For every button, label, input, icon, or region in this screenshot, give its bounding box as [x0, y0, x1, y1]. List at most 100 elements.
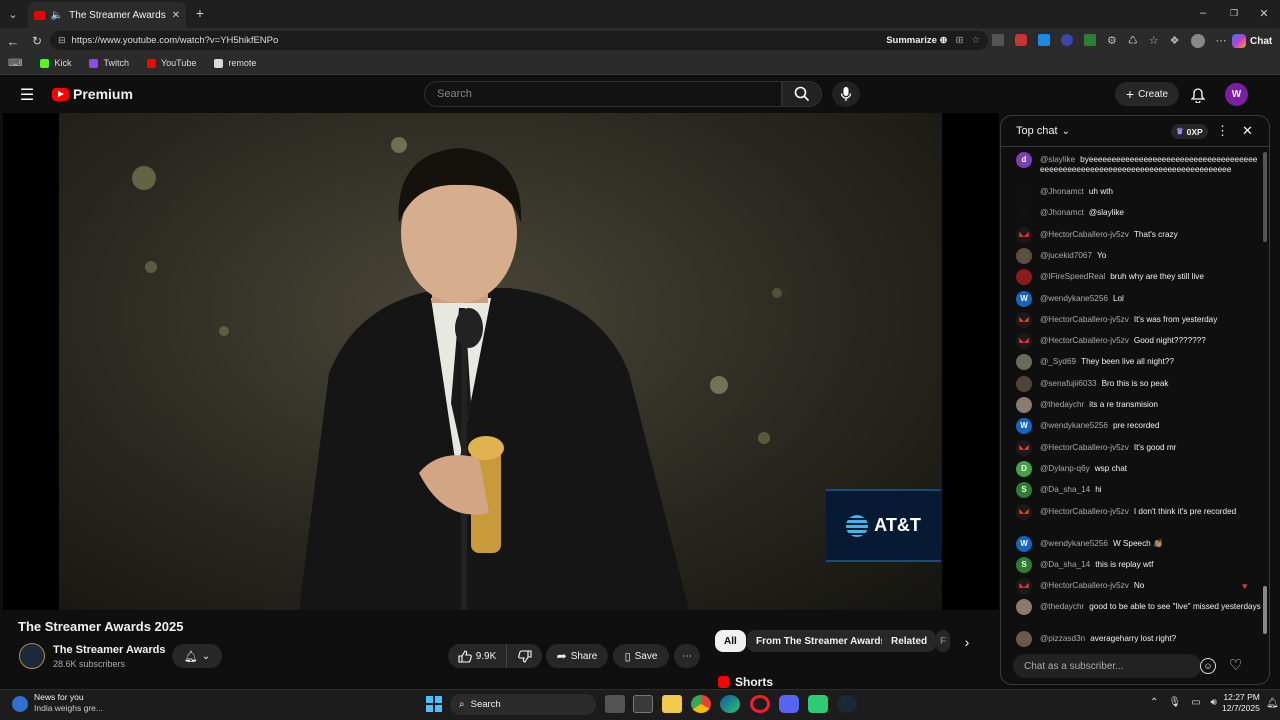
extension-icon-2[interactable] [1015, 34, 1027, 46]
taskbar-clock[interactable]: 12:27 PM 12/7/2025 [1222, 692, 1260, 714]
chat-avatar[interactable] [1016, 375, 1032, 392]
chat-author[interactable]: @thedaychr [1040, 400, 1084, 409]
chip-related[interactable]: Related [882, 630, 937, 652]
create-button[interactable]: + Create [1115, 82, 1179, 106]
chat-author[interactable]: @HectorCaballero-jv5zv [1040, 507, 1129, 516]
close-chat-icon[interactable]: ✕ [1242, 123, 1253, 139]
chrome-icon[interactable] [691, 695, 711, 713]
chat-avatar[interactable] [1016, 354, 1032, 371]
refresh-icon[interactable]: ↻ [29, 33, 45, 49]
chat-author[interactable]: @Da_sha_14 [1040, 485, 1090, 494]
bookmark-twitch[interactable]: Twitch [89, 58, 129, 68]
chat-author[interactable]: @jucekid7067 [1040, 251, 1092, 260]
search-input[interactable]: Search [424, 81, 782, 107]
browser-essentials-icon[interactable]: ♺ [1128, 34, 1138, 48]
chat-message[interactable]: S @Da_sha_14 hi [1016, 482, 1261, 499]
hamburger-menu-icon[interactable]: ☰ [18, 86, 36, 104]
bookmark-remote[interactable]: remote [214, 58, 256, 68]
summarize-button[interactable]: Summarize ⊕ [886, 35, 947, 46]
chat-avatar[interactable]: ◣◢ [1016, 311, 1032, 328]
chat-avatar[interactable] [1016, 184, 1032, 200]
tab-actions-icon[interactable]: ⌨ [8, 58, 22, 69]
chat-avatar[interactable] [1016, 599, 1032, 616]
like-button[interactable]: 9.9K [448, 644, 506, 668]
tray-expand-icon[interactable]: ⌃ [1150, 697, 1158, 708]
chat-author[interactable]: @Jhonamct [1040, 208, 1084, 217]
youtube-premium-logo[interactable]: Premium [52, 86, 133, 102]
browser-tab[interactable]: 🔈 The Streamer Awards 2025 - Y ✕ [28, 2, 186, 28]
chat-author[interactable]: @wendykane5256 [1040, 421, 1108, 430]
chat-author[interactable]: @IFireSpeedReal [1040, 272, 1105, 281]
chat-author[interactable]: @HectorCaballero-jv5zv [1040, 230, 1129, 239]
subscription-bell-button[interactable]: 🔔︎ ⌄ [172, 644, 222, 668]
chat-avatar[interactable]: ◣◢ [1016, 333, 1032, 350]
chat-message[interactable]: @IFireSpeedReal bruh why are they still l… [1016, 269, 1261, 286]
steam-icon[interactable] [837, 695, 857, 713]
chat-message[interactable]: W @wendykane5256 pre recorded [1016, 418, 1261, 435]
tray-volume-icon[interactable]: 🔊︎ [1211, 697, 1217, 708]
chat-author[interactable]: @senafujii6033 [1040, 379, 1097, 388]
chat-avatar[interactable] [1016, 631, 1032, 648]
collections-icon[interactable]: ❖ [1170, 34, 1180, 48]
chat-message[interactable]: W @wendykane5256 W Speech 👏🏽 [1016, 535, 1261, 552]
chat-scrollbar-top[interactable] [1263, 152, 1267, 242]
chip-all[interactable]: All [715, 630, 746, 652]
chat-author[interactable]: @wendykane5256 [1040, 539, 1108, 548]
profile-avatar-icon[interactable] [1190, 34, 1205, 48]
bookmark-kick[interactable]: Kick [40, 58, 71, 68]
chat-author[interactable]: @thedaychr [1040, 602, 1084, 611]
chat-avatar[interactable]: S [1016, 556, 1032, 573]
chat-message[interactable]: @Jhonamct uh wth [1016, 184, 1261, 200]
chat-message[interactable]: @thedaychr its a re transmision [1016, 397, 1261, 413]
chat-avatar[interactable]: ◣◢ [1016, 578, 1032, 595]
chat-message[interactable]: ◣◢ @HectorCaballero-jv5zv It's good mr [1016, 439, 1261, 456]
close-window-icon[interactable]: ✕ [1257, 6, 1271, 20]
speaker-icon[interactable]: 🔈 [51, 10, 63, 21]
opera-icon[interactable] [750, 695, 770, 713]
chat-author[interactable]: @Dylanp-q6y [1040, 464, 1090, 473]
extension-icon-3[interactable] [1038, 34, 1050, 46]
tray-display-icon[interactable]: ▭ [1191, 697, 1200, 708]
back-icon[interactable]: ← [5, 33, 21, 49]
account-avatar[interactable]: W [1225, 83, 1248, 106]
chat-message[interactable]: ◣◢ @HectorCaballero-jv5zv It's was from ye… [1016, 311, 1261, 328]
chat-author[interactable]: @HectorCaballero-jv5zv [1040, 315, 1129, 324]
video-player[interactable]: AT&T [3, 113, 999, 610]
chat-avatar[interactable]: ◣◢ [1016, 439, 1032, 456]
windows-start-icon[interactable] [426, 696, 442, 712]
chat-message[interactable]: W @wendykane5256 Lol [1016, 290, 1261, 307]
discord-icon[interactable] [779, 695, 799, 713]
chat-scrollbar-thumb[interactable] [1263, 586, 1267, 634]
tab-list-icon[interactable]: ⌄ [4, 5, 22, 23]
chat-message[interactable]: S @Da_sha_14 this is replay wtf [1016, 556, 1261, 573]
new-tab-icon[interactable]: + [192, 5, 208, 21]
chips-next-arrow-icon[interactable]: › [958, 633, 976, 651]
voice-search-button[interactable] [832, 81, 860, 107]
notification-center-icon[interactable]: 🔔︎ [1266, 698, 1279, 709]
edge-icon[interactable] [720, 695, 740, 713]
bookmark-youtube[interactable]: YouTube [146, 58, 196, 68]
chip-partial[interactable]: F [936, 630, 950, 652]
chat-message[interactable]: ◣◢ @HectorCaballero-jv5zv Good night??????… [1016, 333, 1261, 350]
tray-mic-icon[interactable]: 🎙︎ [1168, 697, 1181, 708]
chat-avatar[interactable] [1016, 269, 1032, 286]
restore-icon[interactable]: ❐ [1227, 6, 1241, 20]
chat-message[interactable]: ◣◢ @HectorCaballero-jv5zv I don't think it… [1016, 503, 1261, 520]
extension-icon-4[interactable] [1061, 34, 1073, 46]
taskbar-search-box[interactable]: ⌕ Search [450, 694, 596, 715]
extension-icon-1[interactable] [992, 34, 1004, 46]
chat-author[interactable]: @Da_sha_14 [1040, 560, 1090, 569]
chip-from-channel[interactable]: From The Streamer Awards [747, 630, 896, 652]
task-view-icon[interactable] [605, 695, 625, 713]
chat-message[interactable]: @jucekid7067 Yo [1016, 247, 1261, 264]
emoji-icon[interactable]: ☺ [1200, 658, 1216, 674]
dislike-button[interactable] [506, 644, 542, 668]
app-icon[interactable] [808, 695, 828, 713]
chat-author[interactable]: @HectorCaballero-jv5zv [1040, 581, 1129, 590]
chat-message[interactable]: @senafujii6033 Bro this is so peak [1016, 375, 1261, 392]
chat-message[interactable]: ◣◢ @HectorCaballero-jv5zv No [1016, 578, 1261, 595]
chat-avatar[interactable] [1016, 247, 1032, 264]
reader-icon[interactable]: ⊞ [956, 35, 964, 46]
url-bar[interactable]: ⊟ https://www.youtube.com/watch?v=YH5hik… [50, 31, 988, 50]
chat-avatar[interactable]: W [1016, 418, 1032, 435]
